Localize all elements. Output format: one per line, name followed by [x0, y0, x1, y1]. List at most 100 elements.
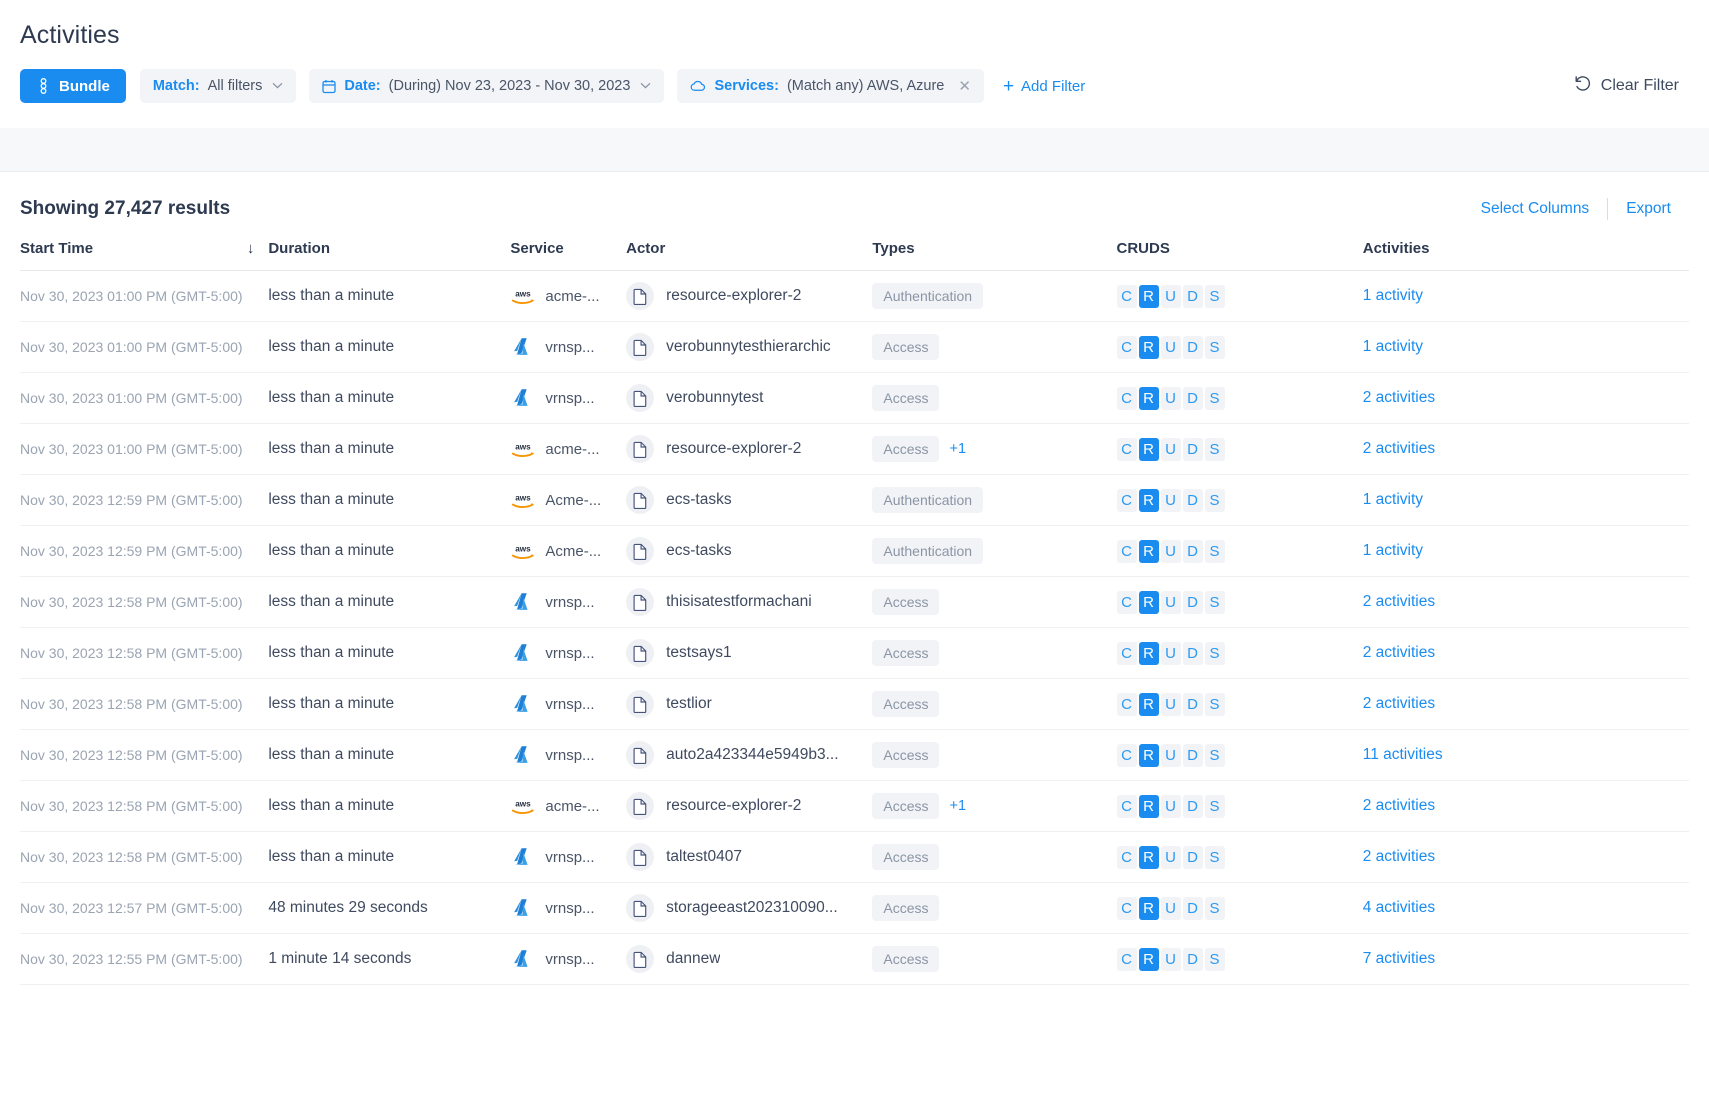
- cruds-letter-d[interactable]: D: [1183, 795, 1203, 818]
- cruds-letter-d[interactable]: D: [1183, 540, 1203, 563]
- column-header-types[interactable]: Types: [872, 240, 1116, 271]
- export-button[interactable]: Export: [1608, 200, 1689, 218]
- cruds-letter-d[interactable]: D: [1183, 336, 1203, 359]
- add-filter-button[interactable]: + Add Filter: [997, 69, 1091, 103]
- cruds-letter-r[interactable]: R: [1139, 387, 1159, 410]
- cruds-letter-r[interactable]: R: [1139, 438, 1159, 461]
- cruds-letter-s[interactable]: S: [1205, 897, 1225, 920]
- table-row[interactable]: Nov 30, 2023 12:58 PM (GMT-5:00)less tha…: [20, 832, 1689, 883]
- cruds-letter-r[interactable]: R: [1139, 795, 1159, 818]
- column-header-activities[interactable]: Activities: [1363, 240, 1689, 271]
- cruds-letter-d[interactable]: D: [1183, 387, 1203, 410]
- column-header-service[interactable]: Service: [510, 240, 626, 271]
- cruds-letter-c[interactable]: C: [1117, 489, 1137, 512]
- cruds-letter-r[interactable]: R: [1139, 744, 1159, 767]
- table-row[interactable]: Nov 30, 2023 01:00 PM (GMT-5:00)less tha…: [20, 424, 1689, 475]
- select-columns-button[interactable]: Select Columns: [1463, 200, 1608, 218]
- table-row[interactable]: Nov 30, 2023 01:00 PM (GMT-5:00)less tha…: [20, 271, 1689, 322]
- cruds-letter-s[interactable]: S: [1205, 540, 1225, 563]
- activities-link[interactable]: 2 activities: [1363, 695, 1435, 712]
- filter-chip-services[interactable]: Services: (Match any) AWS, Azure ✕: [677, 69, 983, 103]
- cruds-letter-c[interactable]: C: [1117, 285, 1137, 308]
- table-row[interactable]: Nov 30, 2023 12:58 PM (GMT-5:00)less tha…: [20, 577, 1689, 628]
- bundle-button[interactable]: Bundle: [20, 69, 126, 103]
- cruds-letter-d[interactable]: D: [1183, 489, 1203, 512]
- table-row[interactable]: Nov 30, 2023 01:00 PM (GMT-5:00)less tha…: [20, 322, 1689, 373]
- filter-chip-match[interactable]: Match: All filters: [140, 69, 297, 103]
- cruds-letter-c[interactable]: C: [1117, 591, 1137, 614]
- activities-link[interactable]: 1 activity: [1363, 542, 1423, 559]
- cruds-letter-c[interactable]: C: [1117, 795, 1137, 818]
- cruds-letter-c[interactable]: C: [1117, 438, 1137, 461]
- table-row[interactable]: Nov 30, 2023 12:58 PM (GMT-5:00)less tha…: [20, 730, 1689, 781]
- cruds-letter-u[interactable]: U: [1161, 336, 1181, 359]
- cruds-letter-s[interactable]: S: [1205, 795, 1225, 818]
- activities-link[interactable]: 2 activities: [1363, 389, 1435, 406]
- cruds-letter-s[interactable]: S: [1205, 846, 1225, 869]
- clear-filter-button[interactable]: Clear Filter: [1573, 75, 1689, 98]
- cruds-letter-d[interactable]: D: [1183, 438, 1203, 461]
- cruds-letter-c[interactable]: C: [1117, 693, 1137, 716]
- cruds-letter-u[interactable]: U: [1161, 795, 1181, 818]
- cruds-letter-s[interactable]: S: [1205, 438, 1225, 461]
- chevron-down-icon[interactable]: [640, 80, 651, 92]
- cruds-letter-c[interactable]: C: [1117, 642, 1137, 665]
- cruds-letter-c[interactable]: C: [1117, 336, 1137, 359]
- cruds-letter-r[interactable]: R: [1139, 897, 1159, 920]
- cruds-letter-u[interactable]: U: [1161, 693, 1181, 716]
- activities-link[interactable]: 4 activities: [1363, 899, 1435, 916]
- cruds-letter-u[interactable]: U: [1161, 438, 1181, 461]
- table-row[interactable]: Nov 30, 2023 12:58 PM (GMT-5:00)less tha…: [20, 679, 1689, 730]
- cruds-letter-u[interactable]: U: [1161, 285, 1181, 308]
- types-more-link[interactable]: +1: [949, 441, 966, 457]
- cruds-letter-s[interactable]: S: [1205, 744, 1225, 767]
- cruds-letter-s[interactable]: S: [1205, 336, 1225, 359]
- table-row[interactable]: Nov 30, 2023 12:57 PM (GMT-5:00)48 minut…: [20, 883, 1689, 934]
- remove-filter-icon[interactable]: ✕: [958, 79, 971, 94]
- cruds-letter-s[interactable]: S: [1205, 948, 1225, 971]
- activities-link[interactable]: 2 activities: [1363, 848, 1435, 865]
- chevron-down-icon[interactable]: [272, 80, 283, 92]
- activities-link[interactable]: 1 activity: [1363, 338, 1423, 355]
- cruds-letter-r[interactable]: R: [1139, 540, 1159, 563]
- table-row[interactable]: Nov 30, 2023 12:58 PM (GMT-5:00)less tha…: [20, 628, 1689, 679]
- cruds-letter-s[interactable]: S: [1205, 693, 1225, 716]
- cruds-letter-r[interactable]: R: [1139, 642, 1159, 665]
- column-header-actor[interactable]: Actor: [626, 240, 872, 271]
- cruds-letter-r[interactable]: R: [1139, 693, 1159, 716]
- cruds-letter-r[interactable]: R: [1139, 285, 1159, 308]
- types-more-link[interactable]: +1: [949, 798, 966, 814]
- cruds-letter-r[interactable]: R: [1139, 336, 1159, 359]
- activities-link[interactable]: 1 activity: [1363, 491, 1423, 508]
- table-row[interactable]: Nov 30, 2023 12:59 PM (GMT-5:00)less tha…: [20, 526, 1689, 577]
- activities-link[interactable]: 2 activities: [1363, 644, 1435, 661]
- activities-link[interactable]: 11 activities: [1363, 746, 1443, 763]
- cruds-letter-s[interactable]: S: [1205, 387, 1225, 410]
- filter-chip-date[interactable]: Date: (During) Nov 23, 2023 - Nov 30, 20…: [309, 69, 664, 103]
- cruds-letter-u[interactable]: U: [1161, 897, 1181, 920]
- cruds-letter-r[interactable]: R: [1139, 948, 1159, 971]
- cruds-letter-u[interactable]: U: [1161, 540, 1181, 563]
- cruds-letter-d[interactable]: D: [1183, 642, 1203, 665]
- cruds-letter-r[interactable]: R: [1139, 591, 1159, 614]
- cruds-letter-d[interactable]: D: [1183, 948, 1203, 971]
- cruds-letter-u[interactable]: U: [1161, 642, 1181, 665]
- cruds-letter-s[interactable]: S: [1205, 591, 1225, 614]
- cruds-letter-d[interactable]: D: [1183, 285, 1203, 308]
- cruds-letter-r[interactable]: R: [1139, 846, 1159, 869]
- cruds-letter-s[interactable]: S: [1205, 285, 1225, 308]
- cruds-letter-c[interactable]: C: [1117, 897, 1137, 920]
- cruds-letter-c[interactable]: C: [1117, 846, 1137, 869]
- activities-link[interactable]: 2 activities: [1363, 593, 1435, 610]
- cruds-letter-u[interactable]: U: [1161, 591, 1181, 614]
- cruds-letter-c[interactable]: C: [1117, 948, 1137, 971]
- table-row[interactable]: Nov 30, 2023 12:58 PM (GMT-5:00)less tha…: [20, 781, 1689, 832]
- column-header-start-time[interactable]: Start Time ↓: [20, 240, 268, 271]
- cruds-letter-d[interactable]: D: [1183, 744, 1203, 767]
- sort-descending-icon[interactable]: ↓: [247, 240, 269, 257]
- table-row[interactable]: Nov 30, 2023 01:00 PM (GMT-5:00)less tha…: [20, 373, 1689, 424]
- cruds-letter-u[interactable]: U: [1161, 846, 1181, 869]
- cruds-letter-d[interactable]: D: [1183, 591, 1203, 614]
- cruds-letter-u[interactable]: U: [1161, 489, 1181, 512]
- activities-link[interactable]: 7 activities: [1363, 950, 1435, 967]
